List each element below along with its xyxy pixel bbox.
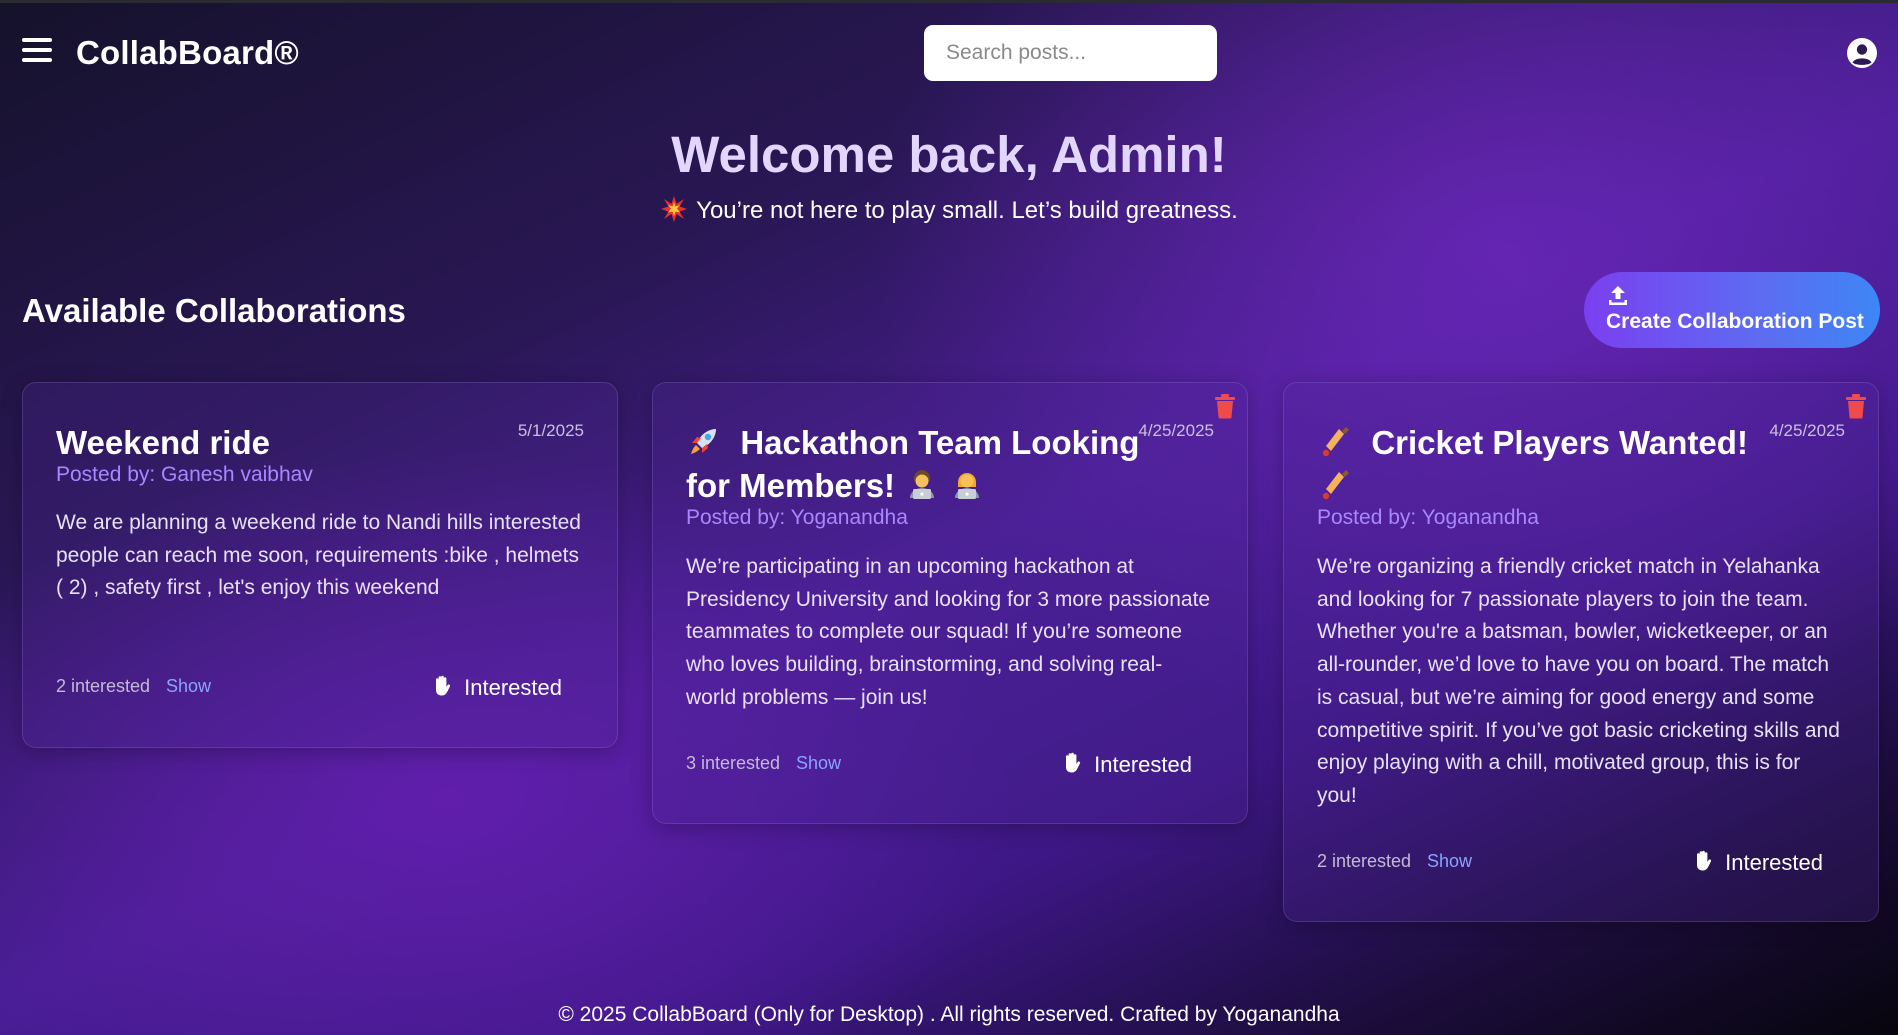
create-post-button[interactable]: Create Collaboration Post bbox=[1584, 272, 1880, 348]
post-description: We’re participating in an upcoming hacka… bbox=[686, 555, 1211, 709]
show-interested-link[interactable]: Show bbox=[1427, 851, 1472, 872]
trash-icon[interactable] bbox=[1844, 393, 1868, 419]
upload-icon bbox=[1606, 284, 1630, 308]
cricket-bat-icon bbox=[1317, 466, 1353, 502]
trash-icon[interactable] bbox=[1213, 393, 1237, 419]
welcome-subtitle-text: You’re not here to play small. Let’s bui… bbox=[696, 197, 1238, 224]
post-title-text: Cricket Players Wanted! bbox=[1371, 424, 1748, 461]
post-footer: 3 interested Show Interested bbox=[686, 749, 1192, 779]
interested-button-label: Interested bbox=[1725, 849, 1823, 875]
interested-count: 3 interested bbox=[686, 753, 781, 773]
technologist-icon bbox=[949, 466, 985, 502]
interested-count: 2 interested bbox=[1317, 851, 1412, 871]
show-interested-link[interactable]: Show bbox=[796, 753, 841, 774]
post-author: Posted by: Yoganandha bbox=[686, 506, 908, 529]
technologist-icon bbox=[904, 466, 940, 502]
post-title: Hackathon Team Looking for Members! bbox=[686, 421, 1146, 507]
post-description: We’re organizing a friendly cricket matc… bbox=[1317, 555, 1840, 807]
welcome-subtitle: You’re not here to play small. Let’s bui… bbox=[0, 195, 1898, 225]
collision-spark-icon bbox=[660, 195, 688, 223]
user-circle-icon[interactable] bbox=[1846, 37, 1878, 69]
post-author: Posted by: Ganesh vaibhav bbox=[56, 463, 313, 486]
welcome-heading: Welcome back, Admin! bbox=[671, 126, 1227, 183]
interested-count: 2 interested bbox=[56, 676, 151, 696]
raised-hand-icon bbox=[1697, 850, 1712, 871]
post-card: Cricket Players Wanted! 4/25/2025 Posted… bbox=[1283, 382, 1879, 922]
post-date: 4/25/2025 bbox=[1769, 421, 1845, 440]
interested-button-label: Interested bbox=[1094, 751, 1192, 777]
raised-hand-icon bbox=[436, 675, 451, 696]
navbar: CollabBoard® bbox=[0, 0, 1898, 108]
interested-button[interactable]: Interested bbox=[1060, 749, 1192, 779]
post-author: Posted by: Yoganandha bbox=[1317, 506, 1539, 529]
post-title: Cricket Players Wanted! bbox=[1317, 421, 1777, 507]
show-interested-link[interactable]: Show bbox=[166, 676, 211, 697]
post-title: Weekend ride bbox=[56, 424, 270, 461]
page-footer: © 2025 CollabBoard (Only for Desktop) . … bbox=[558, 1003, 1340, 1026]
post-description: We are planning a weekend ride to Nandi … bbox=[56, 511, 581, 600]
post-footer: 2 interested Show Interested bbox=[1317, 847, 1823, 877]
post-date: 4/25/2025 bbox=[1138, 421, 1214, 440]
section-title: Available Collaborations bbox=[22, 292, 406, 329]
hamburger-menu-icon[interactable] bbox=[22, 38, 54, 66]
rocket-icon bbox=[686, 423, 722, 459]
cricket-bat-icon bbox=[1317, 423, 1353, 459]
brand-logo[interactable]: CollabBoard® bbox=[76, 34, 299, 72]
interested-button[interactable]: Interested bbox=[430, 672, 562, 702]
post-card: Hackathon Team Looking for Members! 4/25… bbox=[652, 382, 1248, 824]
post-footer: 2 interested Show Interested bbox=[56, 672, 562, 702]
post-date: 5/1/2025 bbox=[517, 421, 584, 440]
interested-button-label: Interested bbox=[464, 674, 562, 700]
interested-button[interactable]: Interested bbox=[1691, 847, 1823, 877]
raised-hand-icon bbox=[1066, 752, 1081, 773]
search-input[interactable] bbox=[924, 25, 1217, 81]
create-post-button-label: Create Collaboration Post bbox=[1606, 310, 1864, 333]
post-card: Weekend ride 5/1/2025 Posted by: Ganesh … bbox=[22, 382, 618, 748]
